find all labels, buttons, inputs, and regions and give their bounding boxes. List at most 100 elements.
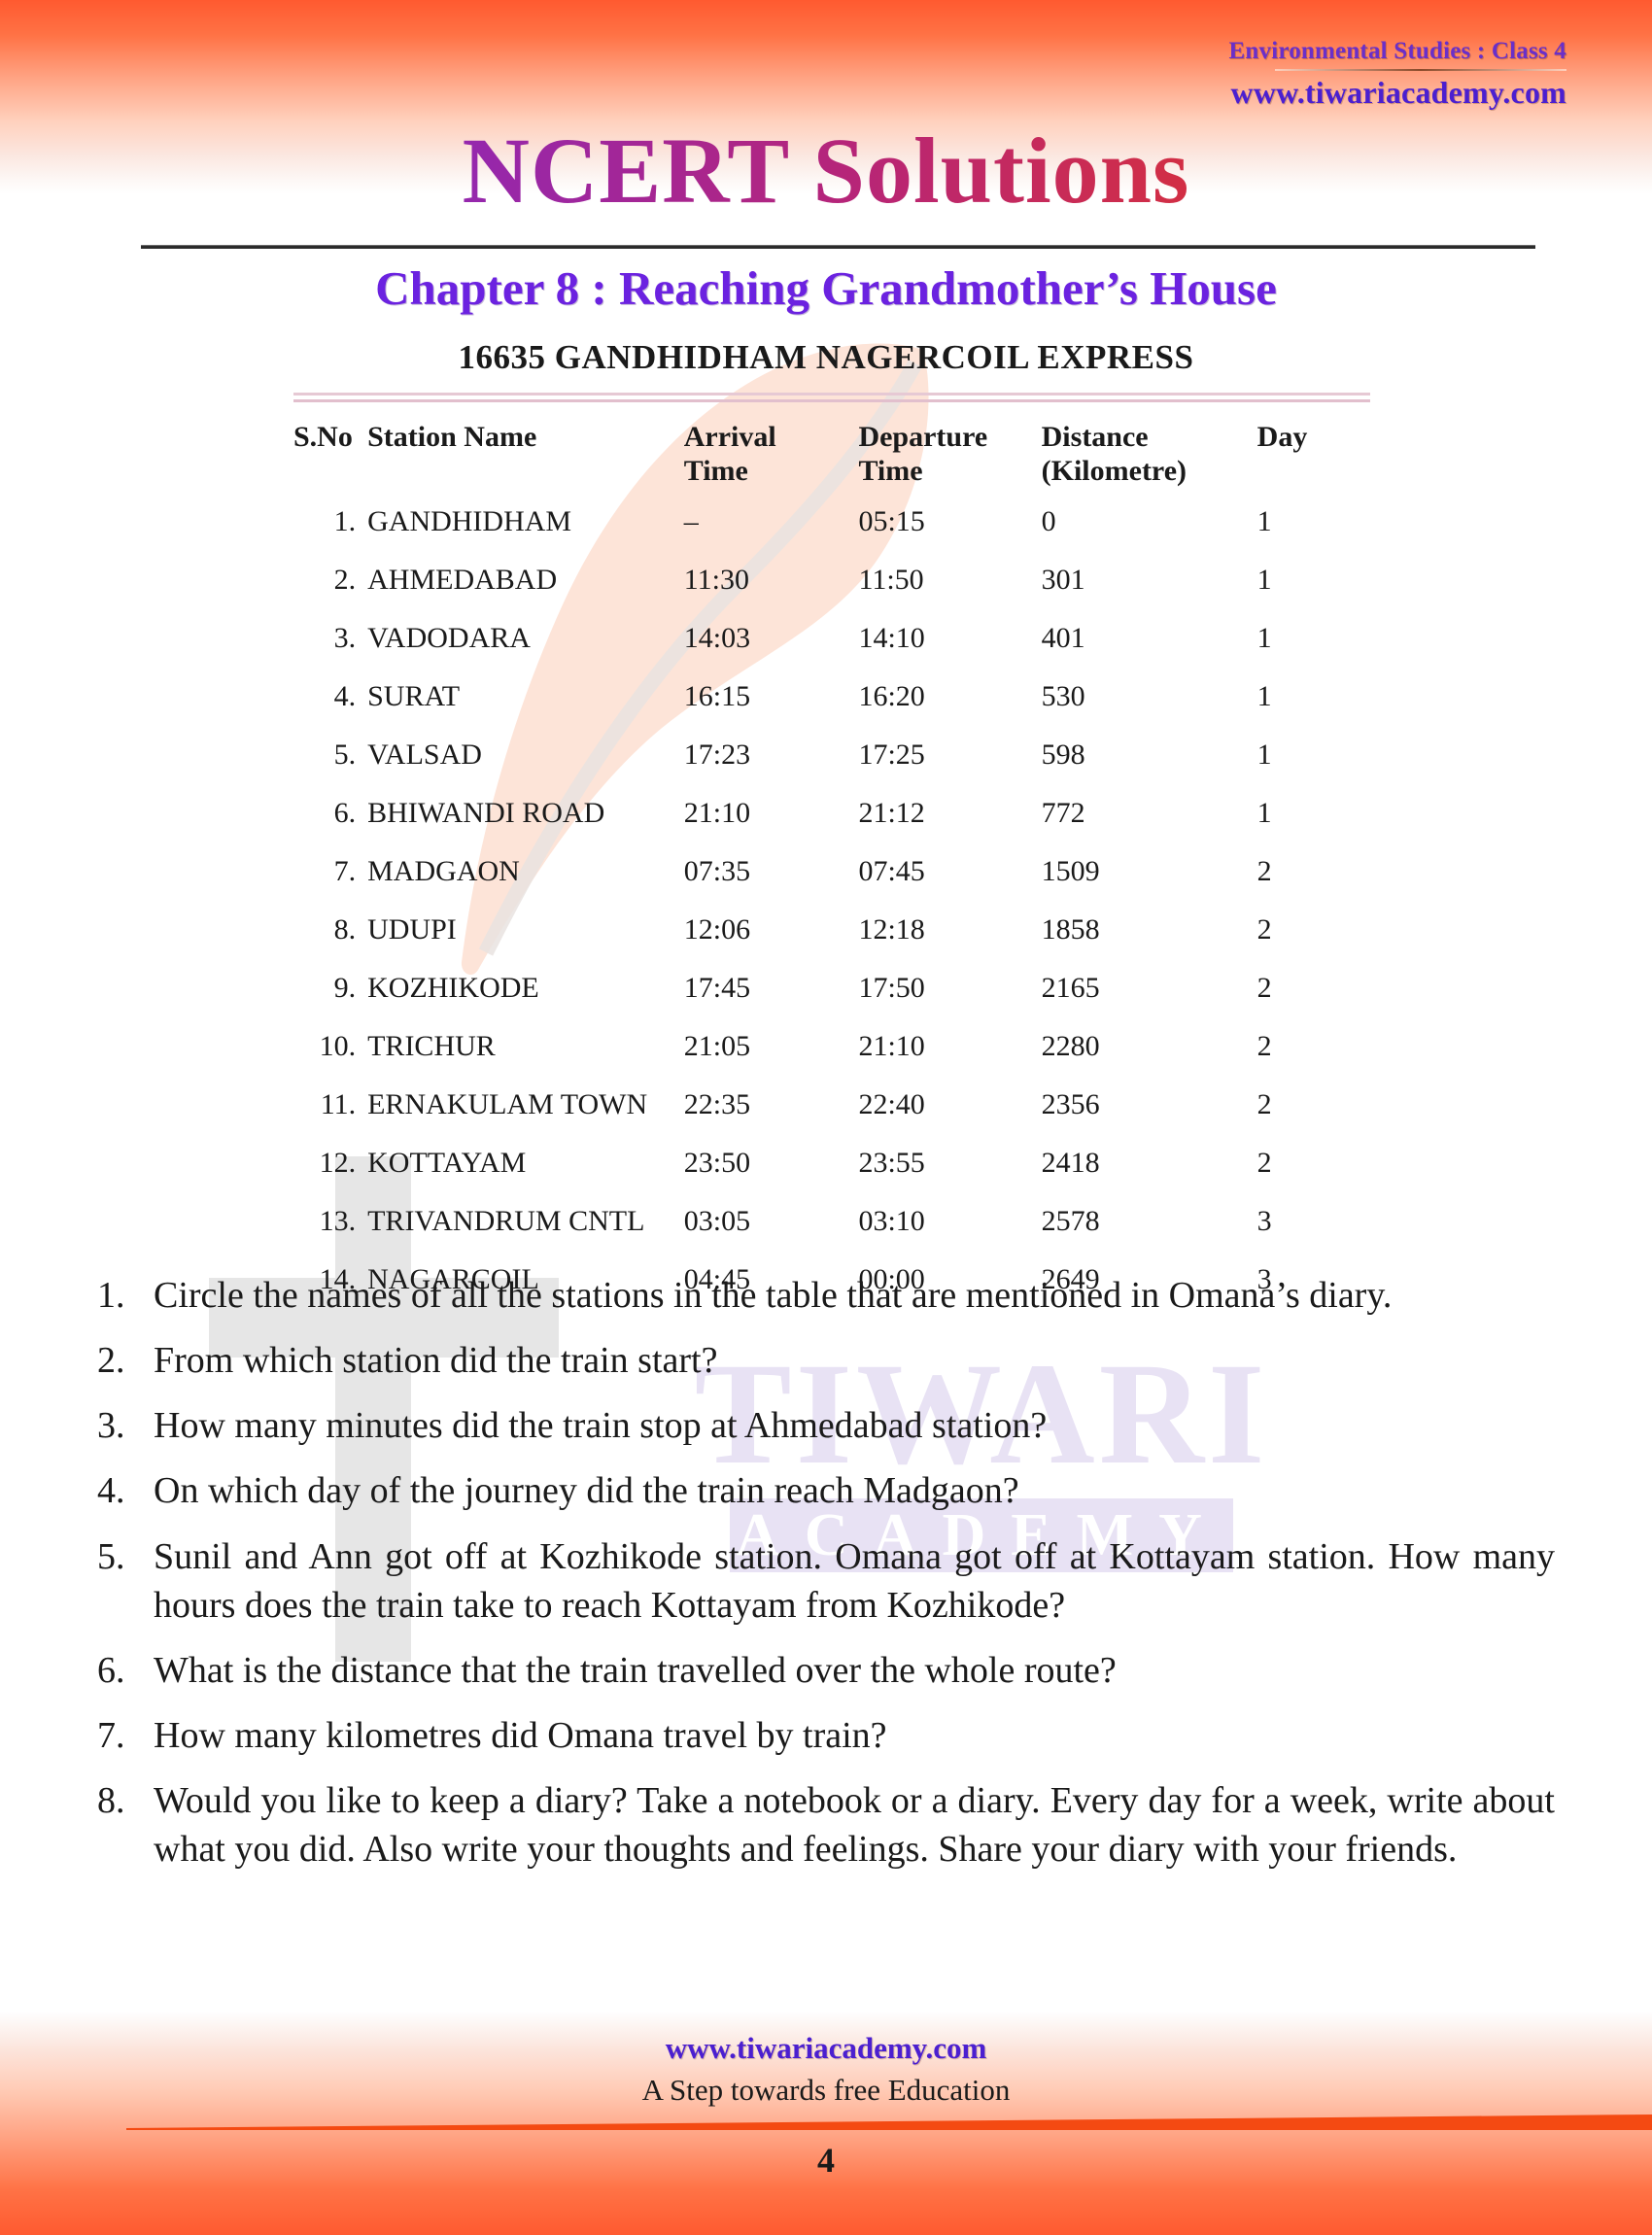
document-header: Environmental Studies : Class 4 www.tiwa…	[1229, 39, 1566, 108]
distance-km: 401	[1041, 621, 1085, 654]
table-row: 3. VADODARA 14:03 14:10 401 1	[293, 609, 1370, 668]
journey-day: 1	[1256, 621, 1272, 654]
departure-time: 11:50	[858, 563, 924, 596]
distance-km: 530	[1041, 679, 1085, 712]
station-serial-number: 4.	[333, 679, 357, 712]
journey-day: 1	[1256, 738, 1272, 771]
column-header-day: Day	[1256, 421, 1308, 453]
question-text: Circle the names of all the stations in …	[154, 1275, 1393, 1316]
station-name: VALSAD	[367, 738, 482, 771]
footer-tagline: A Step towards free Education	[641, 2073, 1011, 2107]
column-header-departure: Departure Time	[858, 420, 1041, 493]
question-number: 1.	[97, 1275, 125, 1316]
table-header-row: S.No Station Name Arrival Time Departure…	[293, 420, 1370, 493]
arrival-time: 03:05	[683, 1204, 751, 1237]
table-row: 5. VALSAD 17:23 17:25 598 1	[293, 726, 1370, 784]
station-name: ERNAKULAM TOWN	[367, 1087, 648, 1120]
station-serial-number: 11.	[320, 1087, 357, 1120]
table-row: 9. KOZHIKODE 17:45 17:50 2165 2	[293, 959, 1370, 1017]
departure-time: 23:55	[858, 1146, 925, 1179]
table-top-rule-1	[293, 393, 1370, 395]
arrival-time: 12:06	[683, 912, 751, 946]
station-name: KOTTAYAM	[367, 1146, 527, 1179]
station-serial-number: 2.	[333, 563, 357, 596]
footer-website-link[interactable]: www.tiwariacademy.com	[0, 2031, 1652, 2066]
station-serial-number: 8.	[333, 912, 357, 946]
question-item: 7. How many kilometres did Omana travel b…	[97, 1711, 1555, 1760]
footer-accent-bar	[126, 2115, 1652, 2130]
arrival-time: 21:10	[683, 796, 751, 829]
distance-km: 1509	[1041, 854, 1100, 887]
departure-time: 14:10	[858, 621, 925, 654]
arrival-time: –	[683, 504, 699, 537]
arrival-time: 23:50	[683, 1146, 751, 1179]
station-name: KOZHIKODE	[367, 971, 539, 1004]
table-row: 13. TRIVANDRUM CNTL 03:05 03:10 2578 3	[293, 1192, 1370, 1251]
page-title: NCERT Solutions	[0, 124, 1652, 218]
station-serial-number: 10.	[319, 1029, 357, 1062]
distance-km: 772	[1041, 796, 1085, 829]
document-page: TIWARI ACADEMY Environmental Studies : C…	[0, 0, 1652, 2235]
arrival-time: 21:05	[683, 1029, 751, 1062]
question-number: 8.	[97, 1780, 125, 1822]
distance-km: 301	[1041, 563, 1085, 596]
question-text: From which station did the train start?	[154, 1340, 718, 1382]
distance-km: 2280	[1041, 1029, 1100, 1062]
departure-time: 22:40	[858, 1087, 925, 1120]
train-schedule-table-wrapper: S.No Station Name Arrival Time Departure…	[293, 393, 1370, 1309]
station-serial-number: 13.	[319, 1204, 357, 1237]
question-item: 6. What is the distance that the train tr…	[97, 1646, 1555, 1695]
page-number: 4	[817, 2141, 835, 2180]
arrival-time: 07:35	[683, 854, 751, 887]
question-number: 3.	[97, 1405, 125, 1447]
station-name: VADODARA	[367, 621, 531, 654]
question-item: 3. How many minutes did the train stop at…	[97, 1401, 1555, 1450]
station-serial-number: 7.	[333, 854, 357, 887]
station-name: BHIWANDI ROAD	[367, 796, 605, 829]
question-text: How many minutes did the train stop at A…	[154, 1405, 1048, 1447]
train-name-heading: 16635 GANDHIDHAM NAGERCOIL EXPRESS	[458, 338, 1194, 376]
table-row: 10. TRICHUR 21:05 21:10 2280 2	[293, 1017, 1370, 1076]
station-name: AHMEDABAD	[367, 563, 558, 596]
journey-day: 2	[1256, 912, 1272, 946]
question-text: On which day of the journey did the trai…	[154, 1470, 1019, 1512]
question-number: 5.	[97, 1535, 125, 1577]
journey-day: 2	[1256, 854, 1272, 887]
column-header-departure-line2: Time	[858, 455, 923, 488]
journey-day: 1	[1256, 563, 1272, 596]
table-row: 7. MADGAON 07:35 07:45 1509 2	[293, 842, 1370, 901]
table-row: 8. UDUPI 12:06 12:18 1858 2	[293, 901, 1370, 959]
header-website-link[interactable]: www.tiwariacademy.com	[1229, 77, 1566, 108]
journey-day: 2	[1256, 1087, 1272, 1120]
station-name: GANDHIDHAM	[367, 504, 572, 537]
chapter-title: Chapter 8 : Reaching Grandmother’s House	[375, 261, 1277, 315]
table-row: 6. BHIWANDI ROAD 21:10 21:12 772 1	[293, 784, 1370, 842]
train-schedule-table: S.No Station Name Arrival Time Departure…	[293, 420, 1370, 1309]
distance-km: 2356	[1041, 1087, 1100, 1120]
journey-day: 2	[1256, 971, 1272, 1004]
question-text: How many kilometres did Omana travel by …	[154, 1715, 887, 1757]
column-header-sno: S.No	[293, 421, 353, 453]
question-item: 8. Would you like to keep a diary? Take a…	[97, 1776, 1555, 1874]
column-header-arrival-line2: Time	[683, 455, 748, 488]
station-name: TRIVANDRUM CNTL	[367, 1204, 645, 1237]
journey-day: 1	[1256, 679, 1272, 712]
journey-day: 1	[1256, 796, 1272, 829]
departure-time: 03:10	[858, 1204, 925, 1237]
station-name: MADGAON	[367, 854, 520, 887]
arrival-time: 17:45	[683, 971, 751, 1004]
header-divider	[1275, 69, 1566, 71]
distance-km: 598	[1041, 738, 1085, 771]
question-number: 2.	[97, 1340, 125, 1382]
column-header-arrival-line1: Arrival	[683, 421, 776, 453]
station-name: TRICHUR	[367, 1029, 496, 1062]
column-header-departure-line1: Departure	[858, 421, 988, 453]
distance-km: 1858	[1041, 912, 1100, 946]
journey-day: 2	[1256, 1029, 1272, 1062]
departure-time: 07:45	[858, 854, 925, 887]
departure-time: 21:12	[858, 796, 925, 829]
question-number: 7.	[97, 1715, 125, 1757]
question-number: 6.	[97, 1649, 125, 1691]
arrival-time: 11:30	[683, 563, 749, 596]
question-text: Would you like to keep a diary? Take a n…	[154, 1780, 1555, 1871]
